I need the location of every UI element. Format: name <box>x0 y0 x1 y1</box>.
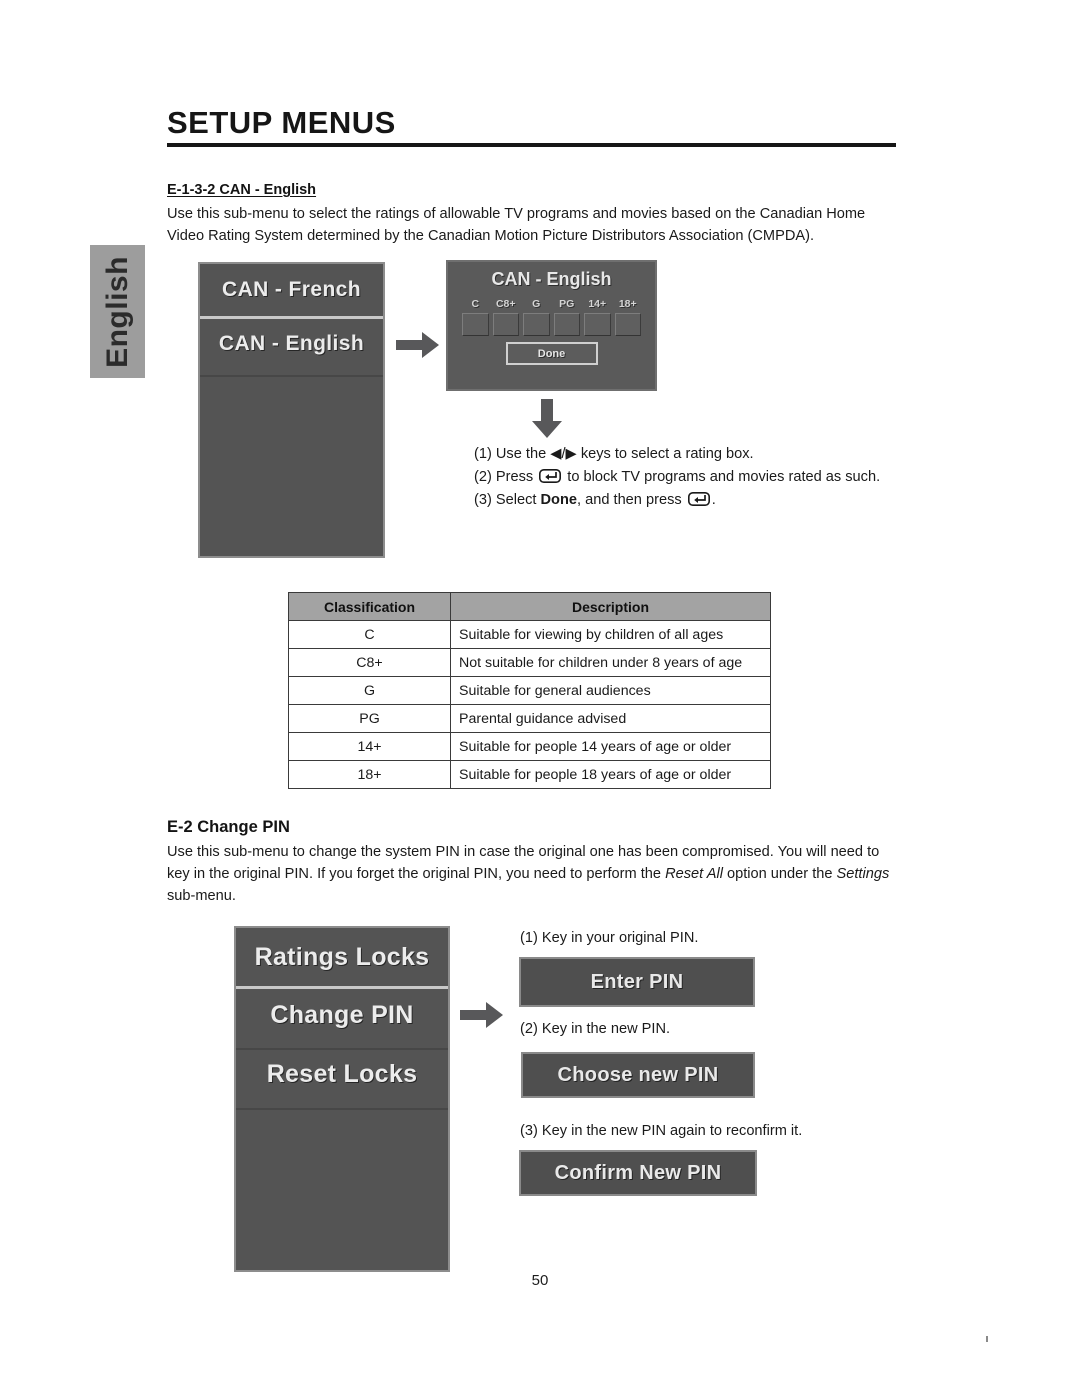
language-side-tab: English <box>90 245 145 378</box>
osd-menu-item-label: CAN - English <box>218 332 365 355</box>
arrow-down-icon <box>530 399 564 439</box>
done-button[interactable]: Done <box>505 342 598 365</box>
change-pin-text-italic1: Reset All <box>665 866 723 882</box>
instruction-line-1: (1) Use the ◀/▶ keys to select a rating … <box>474 443 754 466</box>
table-cell-classification: G <box>288 676 451 705</box>
rating-checkbox-c[interactable] <box>462 313 489 336</box>
table-cell-description: Parental guidance advised <box>450 704 771 733</box>
instruction-line-1-prefix: (1) Use the <box>474 446 551 462</box>
rating-checkbox-g[interactable] <box>523 313 550 336</box>
pin-instruction-1: (1) Key in your original PIN. <box>520 930 699 946</box>
table-row: 18+ Suitable for people 18 years of age … <box>288 760 771 789</box>
instruction-line-3: (3) Select Done, and then press . <box>474 489 716 514</box>
change-pin-text-part2: option under the <box>722 866 837 882</box>
change-pin-text-part3: sub-menu. <box>167 888 236 904</box>
section-paragraph-change-pin: Use this sub-menu to change the system P… <box>167 841 897 907</box>
table-row: PG Parental guidance advised <box>288 704 771 733</box>
section-paragraph-can-english: Use this sub-menu to select the ratings … <box>167 206 866 244</box>
instruction-line-3-mid: , and then press <box>577 492 686 508</box>
rating-label-pg: PG <box>559 298 575 310</box>
ratings-table: Classification Description C Suitable fo… <box>288 592 771 789</box>
instruction-line-2-suffix: to block TV programs and movies rated as… <box>563 469 881 485</box>
osd-menu-item-reset-locks[interactable]: Reset Locks <box>236 1045 448 1103</box>
arrow-right-icon <box>460 1000 504 1030</box>
osd-divider <box>236 1108 448 1110</box>
scan-artifact <box>986 1336 988 1342</box>
instruction-line-1-suffix: keys to select a rating box. <box>576 446 754 462</box>
table-cell-description: Suitable for viewing by children of all … <box>450 620 771 649</box>
table-cell-classification: C8+ <box>288 648 451 677</box>
enter-key-icon <box>539 468 562 491</box>
table-cell-classification: C <box>288 620 451 649</box>
table-row: 14+ Suitable for people 14 years of age … <box>288 732 771 761</box>
table-header-description: Description <box>450 592 771 621</box>
pin-bar-choose-new-pin[interactable]: Choose new PIN <box>521 1052 755 1098</box>
osd-locks-menu[interactable]: Ratings Locks Change PIN Reset Locks <box>234 926 450 1272</box>
table-cell-description: Suitable for people 14 years of age or o… <box>450 732 771 761</box>
change-pin-text-italic2: Settings <box>836 866 890 882</box>
table-cell-description: Suitable for people 18 years of age or o… <box>450 760 771 789</box>
osd-language-menu[interactable]: CAN - French CAN - English <box>198 262 385 558</box>
osd-menu-item-ratings-locks[interactable]: Ratings Locks <box>236 928 448 986</box>
rating-checkbox-14[interactable] <box>584 313 611 336</box>
pin-instruction-3: (3) Key in the new PIN again to reconfir… <box>520 1123 803 1139</box>
instruction-line-3-prefix: (3) Select <box>474 492 541 508</box>
instruction-line-2-prefix: (2) Press <box>474 469 538 485</box>
osd-menu-item-can-english[interactable]: CAN - English <box>200 316 383 372</box>
table-cell-classification: PG <box>288 704 451 733</box>
section-heading-change-pin: E-2 Change PIN <box>167 818 290 836</box>
table-header-row: Classification Description <box>288 592 771 621</box>
rating-label-18: 18+ <box>618 298 637 310</box>
osd-menu-item-label: Ratings Locks <box>254 942 430 971</box>
arrow-right-icon <box>396 330 440 360</box>
table-row: C8+ Not suitable for children under 8 ye… <box>288 648 771 677</box>
pin-bar-confirm-new-pin[interactable]: Confirm New PIN <box>519 1150 757 1196</box>
instruction-line-2: (2) Press to block TV programs and movie… <box>474 466 880 491</box>
osd-can-english-panel[interactable]: CAN - English C C8+ G PG 14+ 18+ Done <box>446 260 657 391</box>
osd-divider <box>200 375 383 377</box>
rating-label-c: C <box>471 298 480 310</box>
pin-instruction-2: (2) Key in the new PIN. <box>520 1021 671 1037</box>
table-row: G Suitable for general audiences <box>288 676 771 705</box>
rating-checkbox-c8[interactable] <box>492 313 519 336</box>
osd-menu-item-label: Change PIN <box>270 1001 414 1029</box>
enter-key-icon <box>687 491 710 514</box>
page-number: 50 <box>531 1272 549 1289</box>
page-title: SETUP MENUS <box>167 105 396 140</box>
arrow-keys-icon: ◀/▶ <box>550 446 577 462</box>
rating-label-g: G <box>532 298 541 310</box>
table-cell-description: Suitable for general audiences <box>450 676 771 705</box>
osd-menu-item-change-pin[interactable]: Change PIN <box>236 986 448 1045</box>
table-row: C Suitable for viewing by children of al… <box>288 620 771 649</box>
pin-bar-enter-pin[interactable]: Enter PIN <box>519 957 755 1007</box>
osd-menu-item-label: Reset Locks <box>266 1059 418 1088</box>
rating-label-row: C C8+ G PG 14+ 18+ <box>448 290 655 310</box>
table-cell-description: Not suitable for children under 8 years … <box>450 648 771 677</box>
rating-label-14: 14+ <box>588 298 607 310</box>
instruction-line-3-bold: Done <box>540 492 577 508</box>
osd-menu-item-can-french[interactable]: CAN - French <box>200 264 383 316</box>
rating-checkbox-18[interactable] <box>614 313 641 336</box>
section-heading-can-english: E-1-3-2 CAN - English <box>167 182 317 198</box>
table-cell-classification: 18+ <box>288 760 451 789</box>
rating-checkbox-pg[interactable] <box>553 313 580 336</box>
title-divider <box>167 143 896 147</box>
table-header-classification: Classification <box>288 592 451 621</box>
osd-menu-item-label: CAN - French <box>222 278 361 301</box>
table-cell-classification: 14+ <box>288 732 451 761</box>
instruction-line-3-suffix: . <box>711 492 716 508</box>
osd-panel-title: CAN - English <box>491 269 612 289</box>
language-side-tab-label: English <box>100 255 134 368</box>
rating-checkbox-row[interactable] <box>448 310 655 336</box>
rating-label-c8: C8+ <box>495 298 516 310</box>
